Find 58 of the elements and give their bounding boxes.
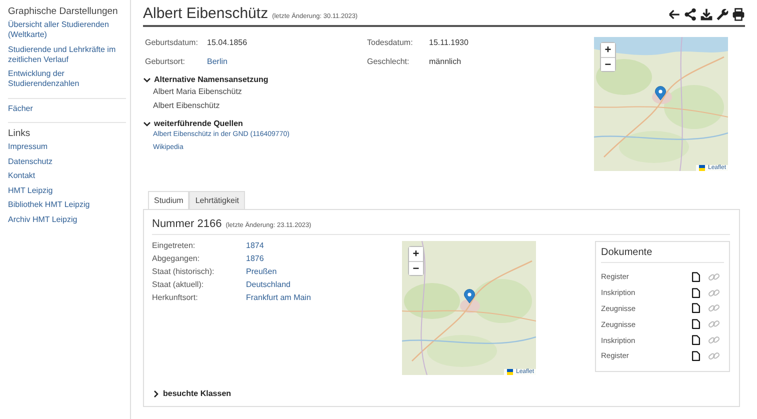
field-label: Abgegangen: xyxy=(152,254,201,263)
document-icon[interactable] xyxy=(691,350,701,362)
field-link[interactable]: Frankfurt am Main xyxy=(246,293,402,302)
chevron-down-icon[interactable] xyxy=(143,76,151,84)
flag-icon xyxy=(698,165,706,171)
chevron-down-icon[interactable] xyxy=(143,120,151,128)
sidebar-link[interactable]: HMT Leipzig xyxy=(8,186,126,196)
chevron-right-icon[interactable] xyxy=(152,390,160,398)
field-label: Geburtsort: xyxy=(145,57,186,66)
field-label: Eingetreten: xyxy=(152,241,196,250)
alternative-name: Albert Eibenschütz xyxy=(153,101,221,110)
sidebar-link[interactable]: Studierende und Lehrkräfte im zeitlichen Verlauf xyxy=(8,44,126,64)
document-icon[interactable] xyxy=(691,318,701,330)
document-icon[interactable] xyxy=(691,270,701,283)
field-link[interactable]: Preußen xyxy=(246,267,402,276)
field-label: Todesdatum: xyxy=(367,38,414,47)
sidebar-link[interactable]: Fächer xyxy=(8,104,126,114)
card-title: Dokumente xyxy=(601,245,724,263)
field-label: Herkunftsort: xyxy=(152,293,199,302)
section-toggle[interactable]: weiterführende Quellen xyxy=(154,119,243,128)
tab[interactable]: Studium xyxy=(148,191,190,209)
sidebar-link[interactable]: Datenschutz xyxy=(8,156,126,166)
field-value: 15.04.1856 xyxy=(207,38,248,47)
record-title: Nummer 2166 xyxy=(152,218,222,230)
section-heading: Links xyxy=(8,128,32,139)
back-arrow-icon[interactable] xyxy=(668,8,681,21)
zoom-out-button[interactable]: − xyxy=(601,57,615,71)
field-label: Geschlecht: xyxy=(367,57,410,66)
field-link[interactable]: Deutschland xyxy=(246,280,402,289)
print-icon[interactable] xyxy=(732,8,745,21)
sidebar-link[interactable]: Archiv HMT Leipzig xyxy=(8,214,126,224)
section-toggle[interactable]: Alternative Namensansetzung xyxy=(154,75,268,84)
section-heading: Graphische Darstellungen xyxy=(8,6,119,17)
sidebar-link[interactable]: Übersicht aller Studierenden (Weltkarte) xyxy=(8,20,126,40)
field-value: 15.11.1930 xyxy=(429,38,470,47)
field-label: Staat (aktuell): xyxy=(152,280,205,289)
alternative-name: Albert Maria Eibenschütz xyxy=(153,87,243,96)
section-toggle[interactable]: besuchte Klassen xyxy=(163,389,232,398)
page-title: Albert Eibenschütz xyxy=(143,5,268,22)
field-value: männlich xyxy=(429,57,462,66)
document-icon[interactable] xyxy=(691,302,701,314)
document-icon[interactable] xyxy=(691,286,701,299)
sidebar-link[interactable]: Kontakt xyxy=(8,171,126,181)
field-label: Staat (historisch): xyxy=(152,267,216,276)
zoom-out-button[interactable]: − xyxy=(409,261,423,275)
flag-icon xyxy=(506,369,514,375)
field-link[interactable]: 1874 xyxy=(246,241,402,250)
download-icon[interactable] xyxy=(700,8,713,21)
sidebar-link[interactable]: Bibliothek HMT Leipzig xyxy=(8,200,126,210)
sidebar-link[interactable]: Entwicklung der Studierendenzahlen xyxy=(8,69,126,89)
wrench-icon[interactable] xyxy=(716,8,729,21)
share-icon[interactable] xyxy=(684,8,697,21)
field-link[interactable]: 1876 xyxy=(246,254,402,263)
field-label: Geburtsdatum: xyxy=(145,38,199,47)
tab[interactable]: Lehrtätigkeit xyxy=(189,191,245,209)
document-icon[interactable] xyxy=(691,334,701,346)
place-link[interactable]: Berlin xyxy=(207,57,367,66)
sidebar-link[interactable]: Impressum xyxy=(8,142,126,152)
